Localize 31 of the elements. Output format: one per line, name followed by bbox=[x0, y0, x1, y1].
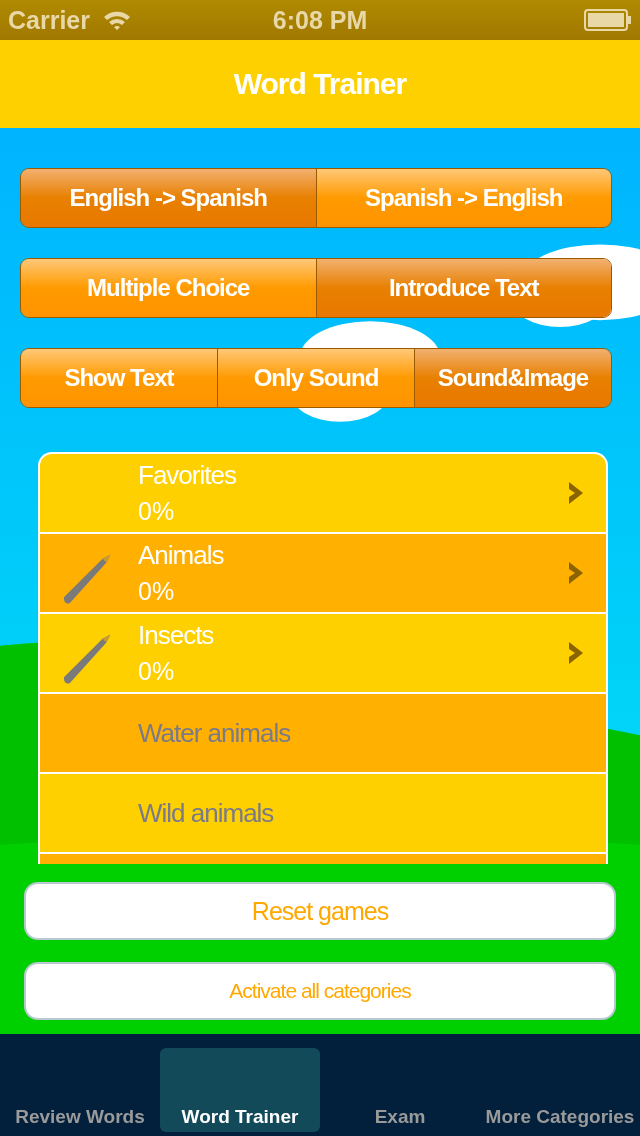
category-row[interactable]: Favorites 0% bbox=[40, 454, 606, 534]
tab-item[interactable]: Exam bbox=[320, 1048, 480, 1132]
category-row[interactable]: Wild animals bbox=[40, 774, 606, 854]
segment-tab[interactable]: Only Sound bbox=[217, 349, 414, 407]
category-name: Wild animals bbox=[138, 797, 275, 829]
category-row[interactable]: Animals 0% bbox=[40, 534, 606, 614]
progress-percent: 0% bbox=[138, 497, 176, 526]
category-name: Favorites bbox=[138, 460, 237, 491]
category-name: Water animals bbox=[138, 717, 292, 749]
tab-item[interactable]: Review Words bbox=[0, 1048, 160, 1132]
segment-tab[interactable]: Introduce Text bbox=[315, 259, 611, 317]
battery-icon bbox=[584, 9, 632, 31]
category-row[interactable]: Water animals bbox=[40, 694, 606, 774]
screen-title: Word Trainer bbox=[233, 67, 407, 101]
tab-item[interactable]: More Categories bbox=[480, 1048, 640, 1132]
carrier-label: Carrier bbox=[8, 5, 90, 35]
clock: 6:08 PM bbox=[271, 5, 369, 35]
segment-tab[interactable]: English -> Spanish bbox=[21, 169, 316, 227]
action-button[interactable]: Reset games bbox=[24, 882, 616, 940]
category-name: Animals bbox=[138, 540, 225, 571]
category-row[interactable]: Insects 0% bbox=[40, 614, 606, 694]
progress-percent: 0% bbox=[138, 657, 176, 686]
segment-tab[interactable]: Spanish -> English bbox=[315, 169, 611, 227]
wifi-icon bbox=[102, 9, 132, 31]
progress-percent: 0% bbox=[138, 577, 176, 606]
segment-tab[interactable]: Multiple Choice bbox=[21, 259, 316, 317]
category-name: Insects bbox=[138, 620, 215, 651]
tab-item[interactable]: Word Trainer bbox=[160, 1048, 320, 1132]
segment-tab[interactable]: Show Text bbox=[21, 349, 217, 407]
action-button[interactable]: Activate all categories bbox=[24, 962, 616, 1020]
segment-tab[interactable]: Sound&Image bbox=[414, 349, 611, 407]
